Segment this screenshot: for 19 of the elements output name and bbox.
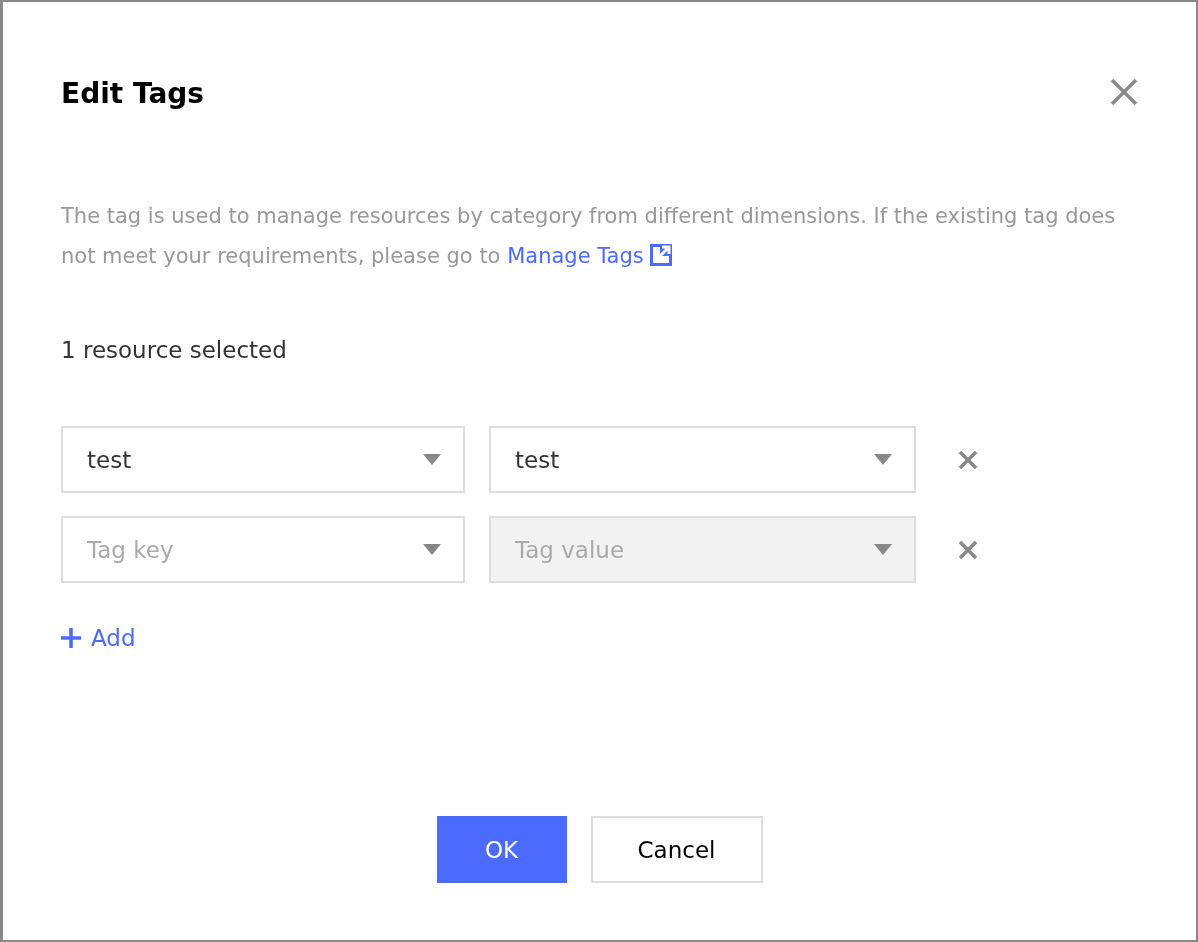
caret-icon [874, 544, 892, 555]
caret-icon [423, 454, 441, 465]
ok-button[interactable]: OK [436, 816, 567, 883]
tag-key-select[interactable]: test [61, 426, 465, 493]
plus-icon [61, 628, 81, 648]
manage-tags-link[interactable]: Manage Tags [507, 244, 672, 268]
delete-icon[interactable] [958, 449, 978, 470]
caret-icon [423, 544, 441, 555]
tag-value-select[interactable]: test [489, 426, 916, 493]
close-icon[interactable] [1110, 78, 1138, 106]
external-link-icon [649, 244, 672, 266]
caret-icon [874, 454, 892, 465]
add-button[interactable]: Add [61, 625, 136, 651]
tag-key-select[interactable]: Tag key [61, 516, 465, 583]
dialog-title: Edit Tags [61, 76, 204, 112]
selection-count: 1 resource selected [61, 336, 288, 365]
description-text: The tag is used to manage resources by category from different dimensions. If the existing tag does not meet your requirements, please go to Manage Tags [61, 203, 1117, 270]
cancel-button[interactable]: Cancel [590, 816, 763, 883]
delete-icon[interactable] [958, 539, 978, 560]
